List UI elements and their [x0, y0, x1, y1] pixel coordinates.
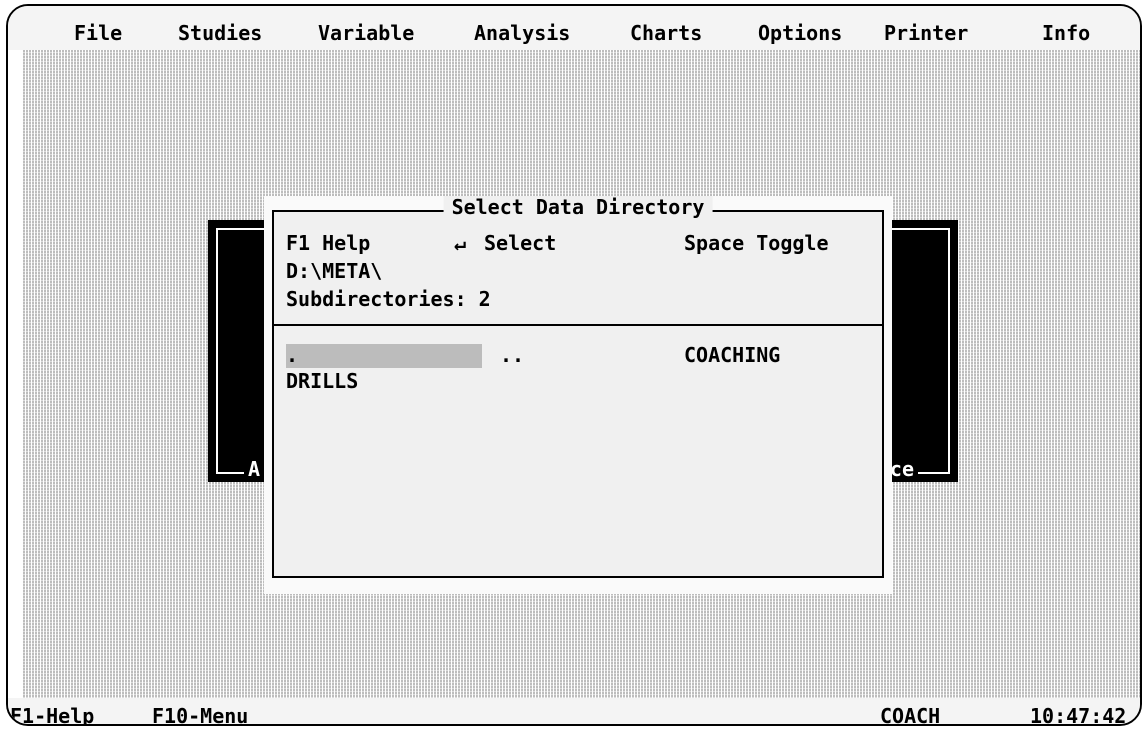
background-window-label-left: A [244, 458, 265, 480]
status-bar: F1-Help F10-Menu COACH 10:47:42 [8, 698, 1140, 726]
menu-options[interactable]: Options [758, 22, 842, 44]
menu-analysis[interactable]: Analysis [474, 22, 570, 44]
menu-variable[interactable]: Variable [318, 22, 414, 44]
menu-file[interactable]: File [74, 22, 122, 44]
status-menu[interactable]: F10-Menu [152, 705, 248, 724]
directory-entry-current[interactable]: . [286, 344, 482, 368]
menu-charts[interactable]: Charts [630, 22, 702, 44]
select-data-directory-dialog: Select Data Directory F1 Help ↵ Select S… [272, 196, 884, 578]
background-window-frame-top-right [890, 228, 950, 230]
current-path: D:\META\ [286, 259, 383, 283]
help-hint[interactable]: F1 Help [286, 232, 370, 254]
directory-entry-parent[interactable]: .. [500, 344, 524, 368]
dialog-title: Select Data Directory [443, 196, 713, 218]
directory-entry-drills[interactable]: DRILLS [286, 370, 358, 394]
status-clock: 10:47:42 [1030, 704, 1127, 726]
subdirectory-count: Subdirectories: 2 [286, 287, 491, 311]
menu-info[interactable]: Info [1042, 22, 1090, 44]
menu-printer[interactable]: Printer [884, 22, 968, 44]
dos-screen: File Studies Variable Analysis Charts Op… [6, 4, 1142, 726]
select-hint[interactable]: Select [484, 232, 556, 254]
status-study-name: COACH [880, 704, 941, 726]
status-help[interactable]: F1-Help [10, 705, 94, 724]
directory-entry-coaching[interactable]: COACHING [684, 344, 780, 368]
menu-studies[interactable]: Studies [178, 22, 262, 44]
menu-bar: File Studies Variable Analysis Charts Op… [8, 6, 1140, 50]
dialog-divider [274, 324, 882, 326]
toggle-hint[interactable]: Space Toggle [684, 232, 829, 254]
enter-arrow-icon: ↵ [454, 231, 467, 255]
